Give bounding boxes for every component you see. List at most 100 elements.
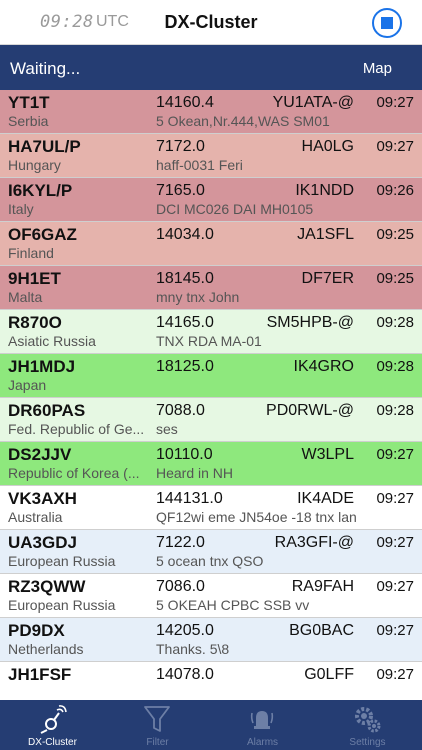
spot-time: 09:25 <box>376 226 414 243</box>
spot-comment: mny tnx John <box>156 289 240 305</box>
spot-row[interactable]: JH1FSF 14078.0 G0LFF 09:27 <box>0 662 422 700</box>
spot-comment: 5 ocean tnx QSO <box>156 553 264 569</box>
spot-country: Finland <box>8 245 54 261</box>
spot-spotter: IK4ADE <box>297 490 354 507</box>
spot-country: Italy <box>8 201 34 217</box>
spot-comment: haff-0031 Feri <box>156 157 243 173</box>
navigation-bar: 09:28 UTC DX-Cluster <box>0 0 422 45</box>
spot-row[interactable]: UA3GDJ European Russia 7122.0 RA3GFI-@ 09:27… <box>0 530 422 574</box>
spot-row[interactable]: DS2JJV Republic of Korea (... 10110.0 W3LPL… <box>0 442 422 486</box>
spot-list[interactable]: YT1T Serbia 14160.4 YU1ATA-@ 09:27 5 Okean,Nr… <box>0 90 422 700</box>
spot-frequency: 7122.0 <box>156 534 205 551</box>
page-title: DX-Cluster <box>164 12 258 32</box>
spot-frequency: 18125.0 <box>156 358 214 375</box>
map-button[interactable]: Map <box>363 60 392 77</box>
spot-frequency: 14034.0 <box>156 226 214 243</box>
spot-callsign: DR60PAS <box>8 401 86 420</box>
spot-time: 09:27 <box>376 666 414 683</box>
tab-label: DX-Cluster <box>28 737 77 748</box>
spot-row[interactable]: RZ3QWW European Russia 7086.0 RA9FAH 09:27 5 … <box>0 574 422 618</box>
spot-frequency: 14078.0 <box>156 666 214 683</box>
connection-status: Waiting... <box>10 59 81 78</box>
spot-comment: 5 OKEAH CPBC SSB vv <box>156 597 310 613</box>
funnel-icon <box>144 706 170 732</box>
tab-dx-cluster[interactable]: DX-Cluster <box>0 700 105 750</box>
spot-callsign: R870O <box>8 313 62 332</box>
spot-time: 09:26 <box>376 182 414 199</box>
spot-time: 09:27 <box>376 578 414 595</box>
spot-frequency: 7088.0 <box>156 402 205 419</box>
spot-callsign: DS2JJV <box>8 445 72 464</box>
stop-icon[interactable] <box>372 8 402 38</box>
spot-row[interactable]: OF6GAZ Finland 14034.0 JA1SFL 09:25 <box>0 222 422 266</box>
spot-frequency: 18145.0 <box>156 270 214 287</box>
tab-label: Alarms <box>246 737 279 748</box>
spot-callsign: 9H1ET <box>8 269 61 288</box>
status-bar: Waiting... Map <box>0 45 422 90</box>
spot-spotter: G0LFF <box>304 666 354 683</box>
spot-spotter: IK4GRO <box>293 358 354 375</box>
spot-row[interactable]: 9H1ET Malta 18145.0 DF7ER 09:25 mny tnx John <box>0 266 422 310</box>
spot-time: 09:25 <box>376 270 414 287</box>
spot-country: Serbia <box>8 113 49 129</box>
spot-row[interactable]: DR60PAS Fed. Republic of Ge... 7088.0 PD0RW… <box>0 398 422 442</box>
antenna-icon <box>40 705 67 734</box>
spot-time: 09:27 <box>376 446 414 463</box>
spot-row[interactable]: VK3AXH Australia 144131.0 IK4ADE 09:27 QF12wi… <box>0 486 422 530</box>
spot-country: Republic of Korea (... <box>8 465 140 481</box>
spot-country: European Russia <box>8 597 116 613</box>
alarm-bell-icon <box>250 711 274 729</box>
spot-spotter: DF7ER <box>301 270 354 287</box>
spot-time: 09:27 <box>376 622 414 639</box>
spot-frequency: 7165.0 <box>156 182 205 199</box>
spot-country: Hungary <box>8 157 61 173</box>
spot-spotter: HA0LG <box>301 138 354 155</box>
spot-spotter: RA9FAH <box>291 578 354 595</box>
spot-row[interactable]: HA7UL/P Hungary 7172.0 HA0LG 09:27 haff-0031 … <box>0 134 422 178</box>
spot-spotter: W3LPL <box>301 446 354 463</box>
spot-comment: TNX RDA MA-01 <box>156 333 262 349</box>
spot-callsign: I6KYL/P <box>8 181 73 200</box>
spot-callsign: VK3AXH <box>8 489 77 508</box>
spot-row[interactable]: I6KYL/P Italy 7165.0 IK1NDD 09:26 DCI MC026 D… <box>0 178 422 222</box>
gears-icon <box>355 707 381 733</box>
spot-callsign: YT1T <box>8 93 50 112</box>
spot-time: 09:27 <box>376 138 414 155</box>
spot-spotter: PD0RWL-@ <box>266 402 354 419</box>
spot-comment: 5 Okean,Nr.444,WAS SM01 <box>156 113 330 129</box>
spot-country: European Russia <box>8 553 116 569</box>
spot-frequency: 7086.0 <box>156 578 205 595</box>
spot-spotter: IK1NDD <box>295 182 354 199</box>
spot-comment: DCI MC026 DAI MH0105 <box>156 201 314 217</box>
spot-comment: Heard in NH <box>156 465 234 481</box>
spot-comment: ses <box>156 421 178 437</box>
spot-spotter: SM5HPB-@ <box>266 314 354 331</box>
spot-country: Australia <box>8 509 63 525</box>
tab-label: Filter <box>146 737 169 748</box>
spot-spotter: YU1ATA-@ <box>272 94 354 111</box>
spot-time: 09:27 <box>376 490 414 507</box>
spot-callsign: PD9DX <box>8 621 65 640</box>
tab-bar: DX-Cluster Filter Alarms Settings <box>0 700 422 750</box>
spot-time: 09:28 <box>376 402 414 419</box>
spot-frequency: 14165.0 <box>156 314 214 331</box>
tab-settings[interactable]: Settings <box>315 700 420 750</box>
spot-row[interactable]: JH1MDJ Japan 18125.0 IK4GRO 09:28 <box>0 354 422 398</box>
spot-callsign: HA7UL/P <box>8 137 81 156</box>
spot-country: Malta <box>8 289 43 305</box>
spot-comment: QF12wi eme JN54oe -18 tnx lan <box>156 509 357 525</box>
tab-filter[interactable]: Filter <box>105 700 210 750</box>
tab-alarms[interactable]: Alarms <box>210 700 315 750</box>
spot-row[interactable]: PD9DX Netherlands 14205.0 BG0BAC 09:27 Thanks… <box>0 618 422 662</box>
spot-time: 09:28 <box>376 358 414 375</box>
spot-frequency: 10110.0 <box>156 446 213 463</box>
spot-callsign: UA3GDJ <box>8 533 77 552</box>
spot-country: Japan <box>8 377 47 393</box>
spot-row[interactable]: R870O Asiatic Russia 14165.0 SM5HPB-@ 09:28 T… <box>0 310 422 354</box>
spot-callsign: JH1MDJ <box>8 357 76 376</box>
spot-time: 09:27 <box>376 534 414 551</box>
spot-time: 09:28 <box>376 314 414 331</box>
stop-square-glyph <box>381 17 393 29</box>
spot-callsign: OF6GAZ <box>8 225 77 244</box>
spot-row[interactable]: YT1T Serbia 14160.4 YU1ATA-@ 09:27 5 Okean,Nr… <box>0 90 422 134</box>
